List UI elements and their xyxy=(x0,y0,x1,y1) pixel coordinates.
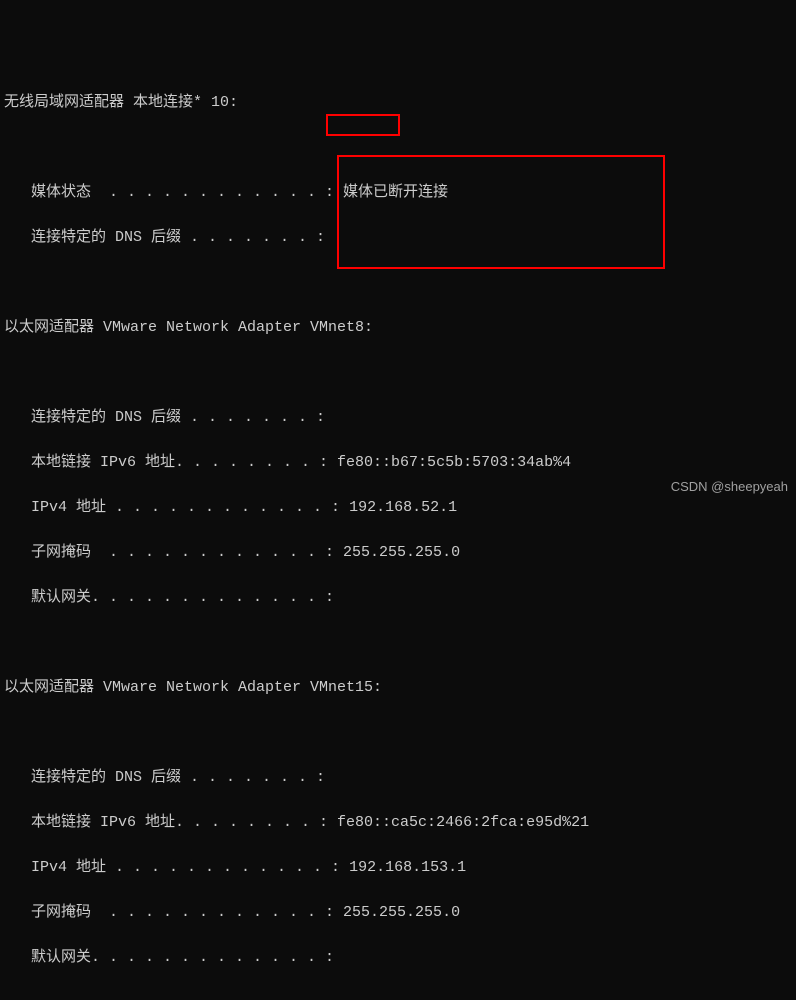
blank-line xyxy=(4,137,792,160)
vmnet8-header-boxed: VMnet8: xyxy=(301,319,373,336)
vmnet15-gateway: 默认网关. . . . . . . . . . . . . : xyxy=(4,947,792,970)
vmnet8-mask: 子网掩码 . . . . . . . . . . . . : 255.255.2… xyxy=(4,542,792,565)
mask-label: 子网掩码 . . . . . . . . . . . . : xyxy=(4,904,343,921)
blank-line xyxy=(4,992,792,1000)
mask-label: 子网掩码 . . . . . . . . . . . . : xyxy=(4,544,343,561)
vmnet15-ipv6: 本地链接 IPv6 地址. . . . . . . . : fe80::ca5c… xyxy=(4,812,792,835)
media-label: 媒体状态 . . . . . . . . . . . . : xyxy=(4,184,343,201)
wireless-media-state: 媒体状态 . . . . . . . . . . . . : 媒体已断开连接 xyxy=(4,182,792,205)
highlight-vmnet8-name xyxy=(326,114,400,136)
blank-line xyxy=(4,632,792,655)
vmnet15-dns-suffix: 连接特定的 DNS 后缀 . . . . . . . : xyxy=(4,767,792,790)
ipv4-label: IPv4 地址 . . . . . . . . . . . . : xyxy=(4,859,349,876)
vmnet8-ipv4: IPv4 地址 . . . . . . . . . . . . : 192.16… xyxy=(4,497,792,520)
vmnet8-ipv6: 本地链接 IPv6 地址. . . . . . . . : fe80::b67:… xyxy=(4,452,792,475)
ipv4-value: 192.168.153.1 xyxy=(349,859,466,876)
media-value: 媒体已断开连接 xyxy=(343,184,448,201)
ipv6-value: fe80::b67:5c5b:5703:34ab%4 xyxy=(337,454,571,471)
vmnet15-ipv4: IPv4 地址 . . . . . . . . . . . . : 192.16… xyxy=(4,857,792,880)
ipv4-value: 192.168.52.1 xyxy=(349,499,457,516)
blank-line xyxy=(4,722,792,745)
vmnet8-adapter-header: 以太网适配器 VMware Network Adapter VMnet8: xyxy=(4,317,792,340)
vmnet15-adapter-header: 以太网适配器 VMware Network Adapter VMnet15: xyxy=(4,677,792,700)
mask-value: 255.255.255.0 xyxy=(343,904,460,921)
ipv6-label: 本地链接 IPv6 地址. . . . . . . . : xyxy=(4,454,337,471)
vmnet8-dns-suffix: 连接特定的 DNS 后缀 . . . . . . . : xyxy=(4,407,792,430)
vmnet8-header-prefix: 以太网适配器 VMware Network Adapter xyxy=(4,319,301,336)
blank-line xyxy=(4,272,792,295)
vmnet8-gateway: 默认网关. . . . . . . . . . . . . : xyxy=(4,587,792,610)
mask-value: 255.255.255.0 xyxy=(343,544,460,561)
wireless-dns-suffix: 连接特定的 DNS 后缀 . . . . . . . : xyxy=(4,227,792,250)
wireless-adapter-header: 无线局域网适配器 本地连接* 10: xyxy=(4,92,792,115)
vmnet15-mask: 子网掩码 . . . . . . . . . . . . : 255.255.2… xyxy=(4,902,792,925)
blank-line xyxy=(4,362,792,385)
ipv6-value: fe80::ca5c:2466:2fca:e95d%21 xyxy=(337,814,589,831)
ipv6-label: 本地链接 IPv6 地址. . . . . . . . : xyxy=(4,814,337,831)
highlight-vmnet8-values xyxy=(337,155,665,269)
ipv4-label: IPv4 地址 . . . . . . . . . . . . : xyxy=(4,499,349,516)
watermark: CSDN @sheepyeah xyxy=(671,477,788,497)
